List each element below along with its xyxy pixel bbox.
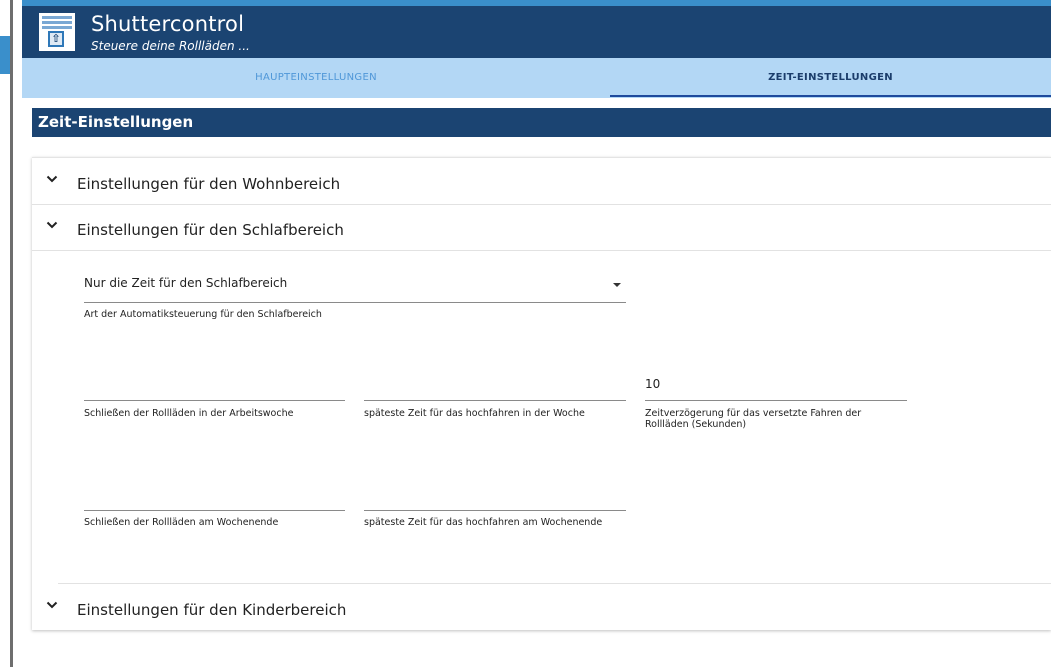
delay-seconds-helper: Zeitverzögerung für das versetzte Fahren… <box>645 408 862 430</box>
app-subtitle: Steuere deine Rollläden ... <box>91 39 250 53</box>
close-weekday-time-helper: Schließen der Rollläden in der Arbeitswo… <box>84 408 294 419</box>
panel-header-wohnbereich[interactable]: Einstellungen für den Wohnbereich <box>32 158 1051 203</box>
delay-seconds-value: 10 <box>645 377 661 391</box>
chevron-down-icon <box>46 601 58 609</box>
mode-select-value: Nur die Zeit für den Schlafbereich <box>84 276 288 290</box>
shutter-logo-icon: ⇧ <box>39 13 75 51</box>
dropdown-arrow-icon <box>613 283 621 287</box>
tab-zeit-einstellungen[interactable]: ZEIT-EINSTELLUNGEN <box>610 58 1051 98</box>
mode-select[interactable]: Nur die Zeit für den Schlafbereich <box>84 276 626 303</box>
section-title: Zeit-Einstellungen <box>32 108 1051 137</box>
tab-bar: HAUPTEINSTELLUNGEN ZEIT-EINSTELLUNGEN <box>22 58 1051 98</box>
close-weekday-time-input[interactable] <box>84 374 345 401</box>
panel-title-kinderbereich: Einstellungen für den Kinderbereich <box>77 601 347 619</box>
latest-open-weekday-helper: späteste Zeit für das hochfahren in der … <box>364 408 585 419</box>
settings-accordion: Einstellungen für den Wohnbereich Einste… <box>32 157 1051 630</box>
active-tab-indicator <box>610 95 1051 97</box>
chevron-down-icon <box>46 221 58 229</box>
app-title: Shuttercontrol <box>91 12 245 36</box>
close-weekend-time-helper: Schließen der Rollläden am Wochenende <box>84 517 279 528</box>
panel-title-schlafbereich: Einstellungen für den Schlafbereich <box>77 221 344 239</box>
left-border <box>10 0 13 667</box>
latest-open-weekend-helper: späteste Zeit für das hochfahren am Woch… <box>364 517 603 528</box>
panel-header-schlafbereich[interactable]: Einstellungen für den Schlafbereich <box>32 204 1051 249</box>
latest-open-weekday-input[interactable] <box>364 374 626 401</box>
left-edge <box>0 0 10 667</box>
panel-title-wohnbereich: Einstellungen für den Wohnbereich <box>77 175 341 193</box>
chevron-down-icon <box>46 175 58 183</box>
close-weekend-time-input[interactable] <box>84 483 345 511</box>
divider <box>32 250 1051 251</box>
panel-header-kinderbereich[interactable]: Einstellungen für den Kinderbereich <box>32 584 1051 629</box>
mode-select-helper: Art der Automatiksteuerung für den Schla… <box>84 309 322 320</box>
left-accent-marker <box>0 36 10 74</box>
latest-open-weekend-input[interactable] <box>364 483 626 511</box>
delay-seconds-input[interactable]: 10 <box>645 377 907 401</box>
app-header: ⇧ Shuttercontrol Steuere deine Rollläden… <box>22 0 1051 58</box>
tab-haupteinstellungen[interactable]: HAUPTEINSTELLUNGEN <box>22 58 610 98</box>
